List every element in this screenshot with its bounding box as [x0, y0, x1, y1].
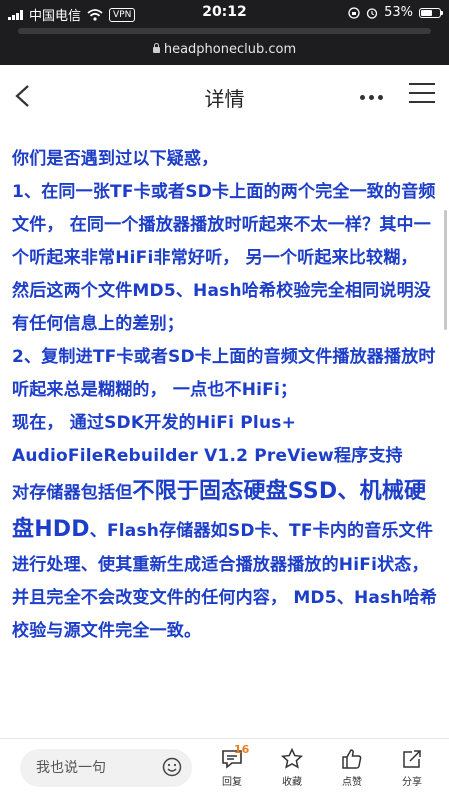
url-text: headphoneclub.com	[163, 42, 297, 57]
article-body: 你们是否遇到过以下疑惑， 1、在同一张TF卡或者SD卡上面的两个完全一致的音频文…	[12, 143, 439, 735]
article-highlight-ssd: 不限于固态硬盘SSD、	[132, 479, 360, 504]
battery-icon	[419, 7, 443, 18]
favorite-button[interactable]: 收藏	[272, 747, 312, 788]
article-point-2: 2、复制进TF卡或者SD卡上面的音频文件播放器播放时听起来总是糊糊的， 一点也不…	[12, 347, 436, 400]
star-icon	[280, 747, 304, 769]
like-label: 点赞	[342, 777, 362, 788]
article-support: 对存储器包括但不限于固态硬盘SSD、机械硬盘HDD、Flash存储器如SD卡、T…	[12, 473, 439, 648]
article-point-1: 1、在同一张TF卡或者SD卡上面的两个完全一致的音频文件， 在同一个播放器播放时…	[12, 182, 436, 334]
article-support-prefix: 对存储器包括但	[12, 483, 133, 503]
lock-icon	[152, 43, 160, 53]
share-button[interactable]: 分享	[392, 747, 432, 788]
article-line-intro: 你们是否遇到过以下疑惑，	[12, 149, 219, 169]
page-scrollbar[interactable]	[444, 210, 447, 330]
orientation-lock-icon	[348, 6, 360, 19]
share-label: 分享	[402, 777, 422, 788]
reply-count-badge: 16	[234, 743, 250, 756]
reply-button[interactable]: 16 回复	[212, 743, 252, 788]
status-bar: 中国电信 VPN 20:12 53%	[0, 0, 449, 24]
emoji-icon[interactable]	[162, 757, 182, 777]
address-bar[interactable]: headphoneclub.com	[0, 38, 449, 62]
status-right: 53%	[348, 5, 443, 20]
bottom-action-bar: 我也说一句 16 回复 收藏 点赞 分享	[0, 738, 449, 801]
favorite-label: 收藏	[282, 777, 302, 788]
alarm-icon	[366, 7, 378, 19]
comment-placeholder: 我也说一句	[36, 760, 106, 776]
battery-percent: 53%	[384, 5, 413, 20]
like-button[interactable]: 点赞	[332, 747, 372, 788]
comment-input[interactable]: 我也说一句	[20, 749, 192, 787]
more-dots-icon[interactable]	[360, 95, 383, 100]
tab-bar-strip	[18, 28, 431, 34]
article-now: 现在， 通过SDK开发的HiFi Plus+ AudioFileRebuilde…	[12, 413, 403, 466]
hamburger-menu-icon[interactable]	[409, 83, 435, 107]
page-header: 详情	[0, 65, 449, 127]
browser-chrome: 中国电信 VPN 20:12 53% headphoneclub.com	[0, 0, 449, 65]
thumbs-up-icon	[342, 749, 362, 769]
reply-label: 回复	[222, 777, 242, 788]
share-icon	[403, 750, 421, 768]
